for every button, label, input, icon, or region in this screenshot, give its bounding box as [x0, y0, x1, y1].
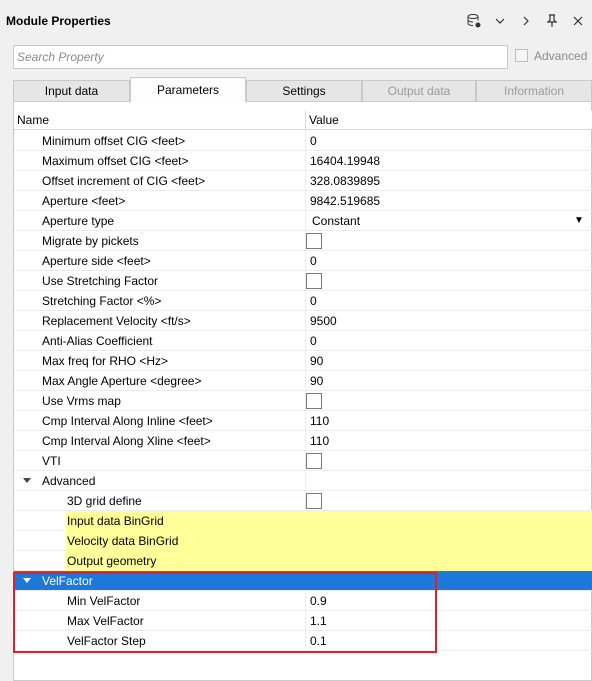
table-row[interactable]: Stretching Factor <%> 0 — [14, 291, 592, 311]
table-row[interactable]: Migrate by pickets — [14, 231, 592, 251]
row-name: Maximum offset CIG <feet> — [42, 154, 189, 168]
pin-icon[interactable] — [542, 12, 562, 30]
collapse-arrow-icon[interactable] — [23, 578, 31, 583]
chevron-down-icon[interactable] — [490, 12, 510, 30]
row-value[interactable]: 0.1 — [310, 631, 327, 651]
table-row[interactable]: VelFactor Step 0.1 — [14, 631, 592, 651]
tab-input-data[interactable]: Input data — [13, 80, 130, 102]
row-value[interactable]: 16404.19948 — [310, 151, 380, 171]
row-value[interactable]: 90 — [310, 371, 323, 391]
tab-settings[interactable]: Settings — [246, 80, 362, 102]
database-settings-icon[interactable] — [464, 12, 484, 30]
row-value[interactable]: 0 — [310, 131, 317, 151]
row-value[interactable]: 0.9 — [310, 591, 327, 611]
table-row[interactable]: Use Vrms map — [14, 391, 592, 411]
use-stretching-factor-checkbox[interactable] — [306, 273, 322, 289]
tab-bar: Input data Parameters Settings Output da… — [13, 77, 592, 102]
table-row[interactable]: Cmp Interval Along Inline <feet> 110 — [14, 411, 592, 431]
migrate-by-pickets-checkbox[interactable] — [306, 233, 322, 249]
row-name: Aperture type — [42, 214, 115, 228]
row-value[interactable]: 0 — [310, 291, 317, 311]
search-row: Advanced — [13, 45, 588, 69]
table-row[interactable]: Max Angle Aperture <degree> 90 — [14, 371, 592, 391]
chevron-right-icon[interactable] — [516, 12, 536, 30]
row-value[interactable]: 110 — [310, 431, 329, 451]
row-name: Velocity data BinGrid — [67, 531, 179, 551]
header-name: Name — [17, 113, 50, 127]
collapse-arrow-icon[interactable] — [23, 478, 31, 483]
row-value[interactable]: 90 — [310, 351, 323, 371]
group-name: VelFactor — [42, 574, 93, 588]
table-row[interactable]: Max freq for RHO <Hz> 90 — [14, 351, 592, 371]
row-name: Aperture <feet> — [42, 194, 126, 208]
close-icon[interactable] — [568, 12, 588, 30]
row-name: Replacement Velocity <ft/s> — [42, 314, 191, 328]
tab-output-data[interactable]: Output data — [362, 80, 476, 102]
row-name: Use Vrms map — [42, 394, 121, 408]
use-vrms-map-checkbox[interactable] — [306, 393, 322, 409]
table-row[interactable]: VTI — [14, 451, 592, 471]
table-row[interactable]: Aperture side <feet> 0 — [14, 251, 592, 271]
row-name: Max VelFactor — [67, 614, 144, 628]
table-row[interactable]: Use Stretching Factor — [14, 271, 592, 291]
row-name: Max freq for RHO <Hz> — [42, 354, 169, 368]
table-row[interactable]: Max VelFactor 1.1 — [14, 611, 592, 631]
dropdown-arrow-icon[interactable]: ▼ — [574, 211, 584, 231]
row-name: Max Angle Aperture <degree> — [42, 374, 202, 388]
table-row[interactable]: Cmp Interval Along Xline <feet> 110 — [14, 431, 592, 451]
group-row-advanced[interactable]: Advanced — [14, 471, 592, 491]
row-name: Cmp Interval Along Xline <feet> — [42, 434, 211, 448]
table-row[interactable]: Min VelFactor 0.9 — [14, 591, 592, 611]
group-row-velfactor[interactable]: VelFactor — [14, 571, 592, 591]
grid-header: Name Value — [14, 111, 592, 130]
row-value[interactable]: 328.0839895 — [310, 171, 380, 191]
table-row[interactable]: Maximum offset CIG <feet> 16404.19948 — [14, 151, 592, 171]
table-row[interactable]: 3D grid define — [14, 491, 592, 511]
advanced-label: Advanced — [534, 49, 588, 63]
row-name: 3D grid define — [67, 494, 142, 508]
row-value[interactable]: 1.1 — [310, 611, 327, 631]
table-row[interactable]: Velocity data BinGrid — [14, 531, 592, 551]
row-name: Use Stretching Factor — [42, 274, 159, 288]
window-title: Module Properties — [6, 14, 111, 28]
header-value: Value — [309, 113, 339, 127]
row-name: VelFactor Step — [67, 634, 146, 648]
table-row[interactable]: Aperture <feet> 9842.519685 — [14, 191, 592, 211]
row-name: Cmp Interval Along Inline <feet> — [42, 414, 213, 428]
row-name: Stretching Factor <%> — [42, 294, 162, 308]
table-row[interactable]: Output geometry — [14, 551, 592, 571]
grid-define-checkbox[interactable] — [306, 493, 322, 509]
row-name: Aperture side <feet> — [42, 254, 151, 268]
row-name: Min VelFactor — [67, 594, 141, 608]
advanced-checkbox[interactable] — [515, 49, 528, 62]
row-name: Input data BinGrid — [67, 511, 164, 531]
row-name: Output geometry — [67, 551, 157, 571]
row-name: Minimum offset CIG <feet> — [42, 134, 186, 148]
table-row[interactable]: Replacement Velocity <ft/s> 9500 — [14, 311, 592, 331]
row-value[interactable]: 9500 — [310, 311, 337, 331]
row-name: VTI — [42, 454, 61, 468]
vti-checkbox[interactable] — [306, 453, 322, 469]
title-bar-icons — [458, 12, 588, 30]
tab-information[interactable]: Information — [476, 80, 592, 102]
table-row[interactable]: Input data BinGrid — [14, 511, 592, 531]
row-value[interactable]: 110 — [310, 411, 329, 431]
row-name: Migrate by pickets — [42, 234, 139, 248]
table-row[interactable]: Offset increment of CIG <feet> 328.08398… — [14, 171, 592, 191]
table-row[interactable]: Minimum offset CIG <feet> 0 — [14, 131, 592, 151]
row-value[interactable]: 9842.519685 — [310, 191, 380, 211]
table-row[interactable]: Aperture type Constant ▼ — [14, 211, 592, 231]
group-name: Advanced — [42, 474, 96, 488]
property-grid: Name Value Minimum offset CIG <feet> 0 M… — [13, 101, 592, 681]
table-row[interactable]: Anti-Alias Coefficient 0 — [14, 331, 592, 351]
row-value[interactable]: 0 — [310, 251, 317, 271]
row-name: Anti-Alias Coefficient — [42, 334, 153, 348]
row-name: Offset increment of CIG <feet> — [42, 174, 206, 188]
aperture-type-select[interactable]: Constant — [312, 211, 360, 231]
search-input[interactable] — [13, 45, 508, 69]
title-bar: Module Properties — [0, 0, 592, 40]
tab-parameters[interactable]: Parameters — [130, 77, 246, 102]
row-value[interactable]: 0 — [310, 331, 317, 351]
